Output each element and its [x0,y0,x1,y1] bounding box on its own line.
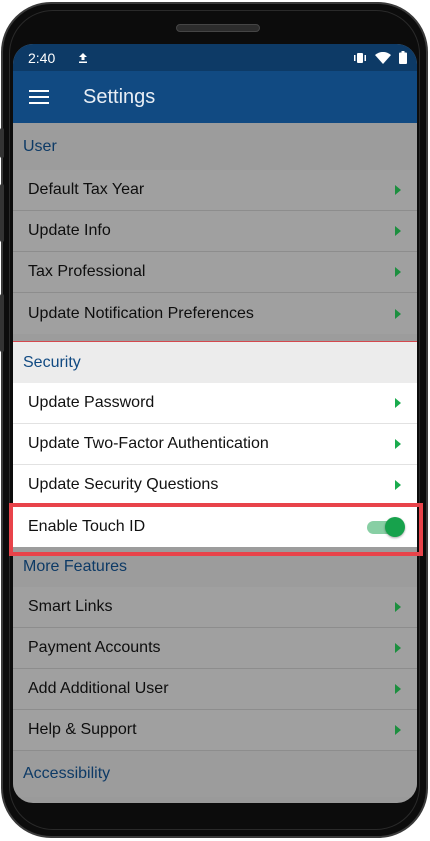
settings-item-help-support[interactable]: Help & Support [13,710,417,751]
settings-item-add-additional-user[interactable]: Add Additional User [13,669,417,710]
settings-item-update-info[interactable]: Update Info [13,211,417,252]
section-gap [13,334,417,341]
settings-item-update-two-factor-authentication[interactable]: Update Two-Factor Authentication [13,424,417,465]
screen: 2:40 Settings User Default Tax Year Upda… [13,44,417,803]
toggle-knob [385,516,405,537]
status-bar: 2:40 [13,44,417,71]
settings-item-update-notification-preferences[interactable]: Update Notification Preferences [13,293,417,334]
side-button [0,184,4,242]
settings-item-label: Update Notification Preferences [28,304,254,322]
settings-item-smart-links[interactable]: Smart Links [13,587,417,628]
touch-id-toggle[interactable] [367,516,405,537]
chevron-right-icon [395,602,401,612]
side-button [0,128,4,158]
chevron-right-icon [395,308,401,319]
settings-item-default-tax-year[interactable]: Default Tax Year [13,170,417,211]
settings-item-label: Update Info [28,222,111,239]
settings-item-update-security-questions[interactable]: Update Security Questions [13,465,417,506]
settings-item-label: Update Password [28,394,155,411]
settings-item-label: Help & Support [28,721,137,738]
settings-item-label: Update Security Questions [28,476,219,493]
menu-icon[interactable] [29,90,49,104]
chevron-right-icon [395,725,401,735]
chevron-right-icon [395,480,401,490]
section-header-accessibility: Accessibility [13,751,417,797]
battery-icon [399,51,407,64]
vibrate-icon [353,52,367,64]
settings-item-tax-professional[interactable]: Tax Professional [13,252,417,293]
upload-icon [77,52,89,64]
speaker-grille [176,24,260,32]
chevron-right-icon [395,439,401,449]
side-button [0,294,4,352]
settings-item-label: Add Additional User [28,680,169,697]
section-header-more-features: More Features [13,547,417,587]
section-header-user: User [13,123,417,170]
chevron-right-icon [395,643,401,653]
settings-item-update-password[interactable]: Update Password [13,383,417,424]
status-time: 2:40 [28,49,56,66]
settings-item-payment-accounts[interactable]: Payment Accounts [13,628,417,669]
section-header-security: Security [13,342,417,383]
chevron-right-icon [395,226,401,236]
settings-item-label: Smart Links [28,598,113,615]
app-bar: Settings [13,71,417,123]
settings-item-label: Enable Touch ID [28,517,146,535]
chevron-right-icon [395,398,401,408]
chevron-right-icon [395,267,401,277]
chevron-right-icon [395,684,401,694]
wifi-icon [375,51,391,64]
settings-item-label: Tax Professional [28,263,146,280]
chevron-right-icon [395,185,401,195]
settings-item-label: Payment Accounts [28,639,161,656]
page-title: Settings [83,85,156,108]
settings-item-label: Default Tax Year [28,181,145,198]
settings-item-label: Update Two-Factor Authentication [28,435,269,452]
settings-item-enable-touch-id: Enable Touch ID [13,506,417,547]
